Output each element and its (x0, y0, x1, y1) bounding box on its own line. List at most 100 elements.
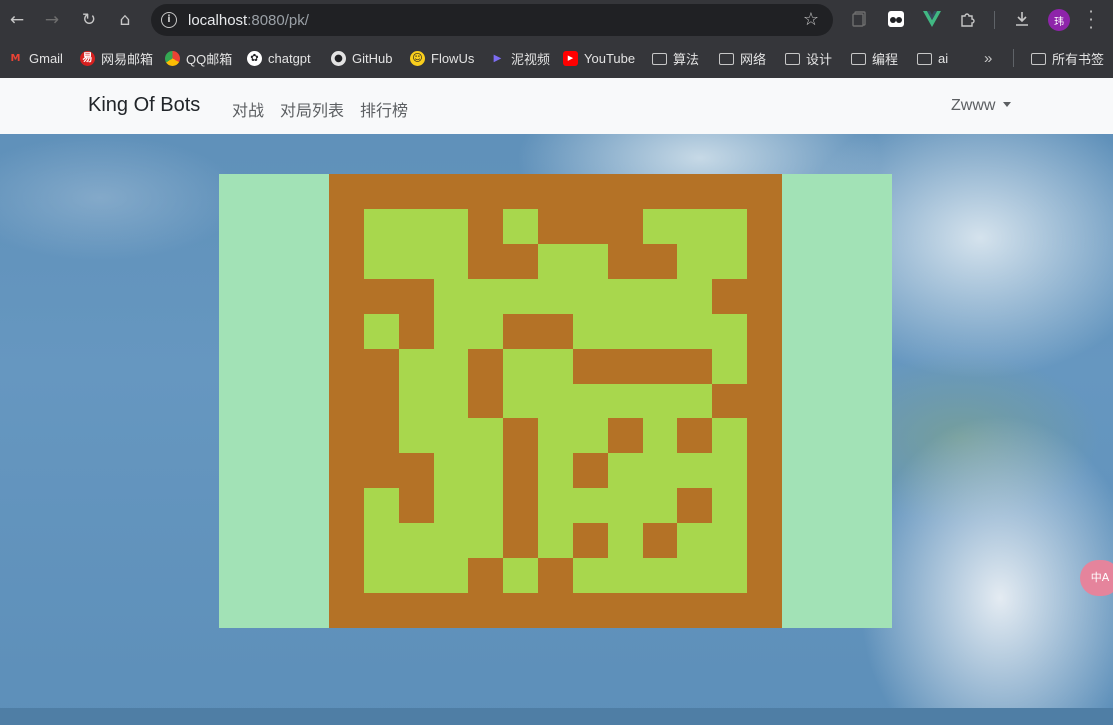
bookmark-video[interactable]: ▶ 泥视频 (490, 49, 550, 67)
map-wall-cell (642, 243, 678, 279)
map-grass-cell (572, 418, 608, 454)
bookmark-star-icon[interactable]: ☆ (803, 9, 819, 30)
translate-icon[interactable]: 中A (1080, 560, 1113, 596)
all-bookmarks-folder[interactable]: 所有书签 (1031, 49, 1104, 67)
bookmark-github[interactable]: ● GitHub (331, 49, 392, 67)
brand-link[interactable]: King Of Bots (88, 94, 200, 117)
bookmark-label: 泥视频 (511, 51, 551, 67)
map-grass-cell (642, 313, 678, 349)
map-wall-cell (747, 208, 782, 244)
bookmark-gmail[interactable]: M Gmail (8, 49, 63, 67)
map-wall-cell (607, 593, 643, 628)
map-grass-cell (607, 278, 643, 314)
map-grass-cell (642, 383, 678, 419)
map-grass-cell (433, 348, 469, 384)
map-grass-cell (712, 313, 748, 349)
map-wall-cell (503, 174, 539, 209)
bookmark-qq-mail[interactable]: QQ邮箱 (165, 49, 232, 67)
folder-icon (1031, 52, 1046, 65)
map-wall-cell (747, 593, 782, 628)
map-grass-cell (433, 278, 469, 314)
map-wall-cell (363, 418, 399, 454)
map-wall-cell (468, 174, 504, 209)
map-grass-cell (712, 208, 748, 244)
map-grass-cell (398, 523, 434, 559)
bookmark-folder-ai[interactable]: ai (917, 49, 948, 67)
map-wall-cell (538, 558, 573, 594)
browser-menu-icon[interactable]: · · · (1086, 4, 1096, 36)
nav-link-ranklist[interactable]: 排行榜 (360, 97, 408, 121)
map-wall-cell (398, 313, 434, 349)
reload-button[interactable]: ↻ (75, 6, 103, 34)
map-wall-cell (747, 418, 782, 454)
bookmarks-divider (1013, 49, 1014, 67)
map-grass-cell (363, 243, 399, 279)
bookmark-youtube[interactable]: ▶ YouTube (563, 49, 635, 67)
map-grass-cell (677, 313, 713, 349)
site-info-icon[interactable]: i (161, 12, 177, 28)
vue-devtools-icon[interactable] (921, 8, 943, 30)
map-wall-cell (363, 348, 399, 384)
map-wall-cell (468, 593, 504, 628)
map-grass-cell (607, 313, 643, 349)
back-button[interactable]: ← (3, 6, 31, 34)
bookmark-flowus[interactable]: ☺ FlowUs (410, 49, 474, 67)
address-bar[interactable]: i localhost:8080/pk/ ☆ (151, 4, 833, 36)
map-wall-cell (677, 348, 713, 384)
bookmark-label: 网易邮箱 (101, 51, 154, 67)
bookmark-folder-network[interactable]: 网络 (719, 49, 766, 67)
map-wall-cell (329, 208, 364, 244)
bookmark-folder-algorithms[interactable]: 算法 (652, 49, 699, 67)
url-text[interactable]: localhost:8080/pk/ (188, 12, 309, 29)
profile-avatar[interactable]: 玮 (1048, 9, 1070, 31)
bookmark-folder-design[interactable]: 设计 (785, 49, 832, 67)
map-grass-cell (503, 383, 539, 419)
map-grass-cell (433, 383, 469, 419)
home-icon: ⌂ (119, 10, 131, 30)
bookmark-folder-programming[interactable]: 编程 (851, 49, 898, 67)
nav-link-pk[interactable]: 对战 (232, 97, 264, 121)
forward-button[interactable]: → (38, 6, 66, 34)
map-wall-cell (503, 313, 539, 349)
map-grass-cell (607, 488, 643, 524)
user-dropdown[interactable]: Zwww (951, 97, 1012, 115)
map-grass-cell (677, 383, 713, 419)
map-grass-cell (642, 418, 678, 454)
map-wall-cell (607, 348, 643, 384)
folder-icon (851, 52, 866, 65)
netease-mail-icon: 易 (80, 50, 95, 66)
home-button[interactable]: ⌂ (111, 6, 139, 34)
map-wall-cell (398, 174, 434, 209)
map-grass-cell (398, 418, 434, 454)
map-wall-cell (747, 278, 782, 314)
map-grass-cell (607, 523, 643, 559)
map-grass-cell (607, 383, 643, 419)
game-map[interactable] (329, 174, 782, 628)
map-wall-cell (363, 593, 399, 628)
map-wall-cell (642, 174, 678, 209)
bookmark-netease-mail[interactable]: 易网易邮箱 (80, 49, 153, 67)
map-wall-cell (747, 488, 782, 524)
map-grass-cell (572, 278, 608, 314)
extensions-puzzle-icon[interactable] (957, 8, 979, 30)
extension-eyes-icon[interactable] (885, 8, 907, 30)
map-grass-cell (538, 278, 573, 314)
bookmark-label: QQ邮箱 (186, 51, 233, 67)
bookmarks-overflow-button[interactable]: » (984, 49, 992, 67)
bookmark-label: FlowUs (431, 50, 475, 66)
map-wall-cell (747, 383, 782, 419)
toolbar-divider (994, 11, 995, 29)
map-wall-cell (329, 313, 364, 349)
map-wall-cell (468, 558, 504, 594)
map-wall-cell (607, 208, 643, 244)
tab-search-icon[interactable] (849, 8, 871, 30)
bookmark-chatgpt[interactable]: ✿ chatgpt (247, 49, 311, 67)
map-wall-cell (607, 174, 643, 209)
folder-icon (785, 52, 800, 65)
map-grass-cell (572, 243, 608, 279)
github-icon: ● (331, 50, 346, 66)
nav-link-record-list[interactable]: 对局列表 (280, 97, 344, 121)
map-wall-cell (538, 208, 573, 244)
download-icon[interactable] (1011, 8, 1033, 30)
map-grass-cell (503, 278, 539, 314)
